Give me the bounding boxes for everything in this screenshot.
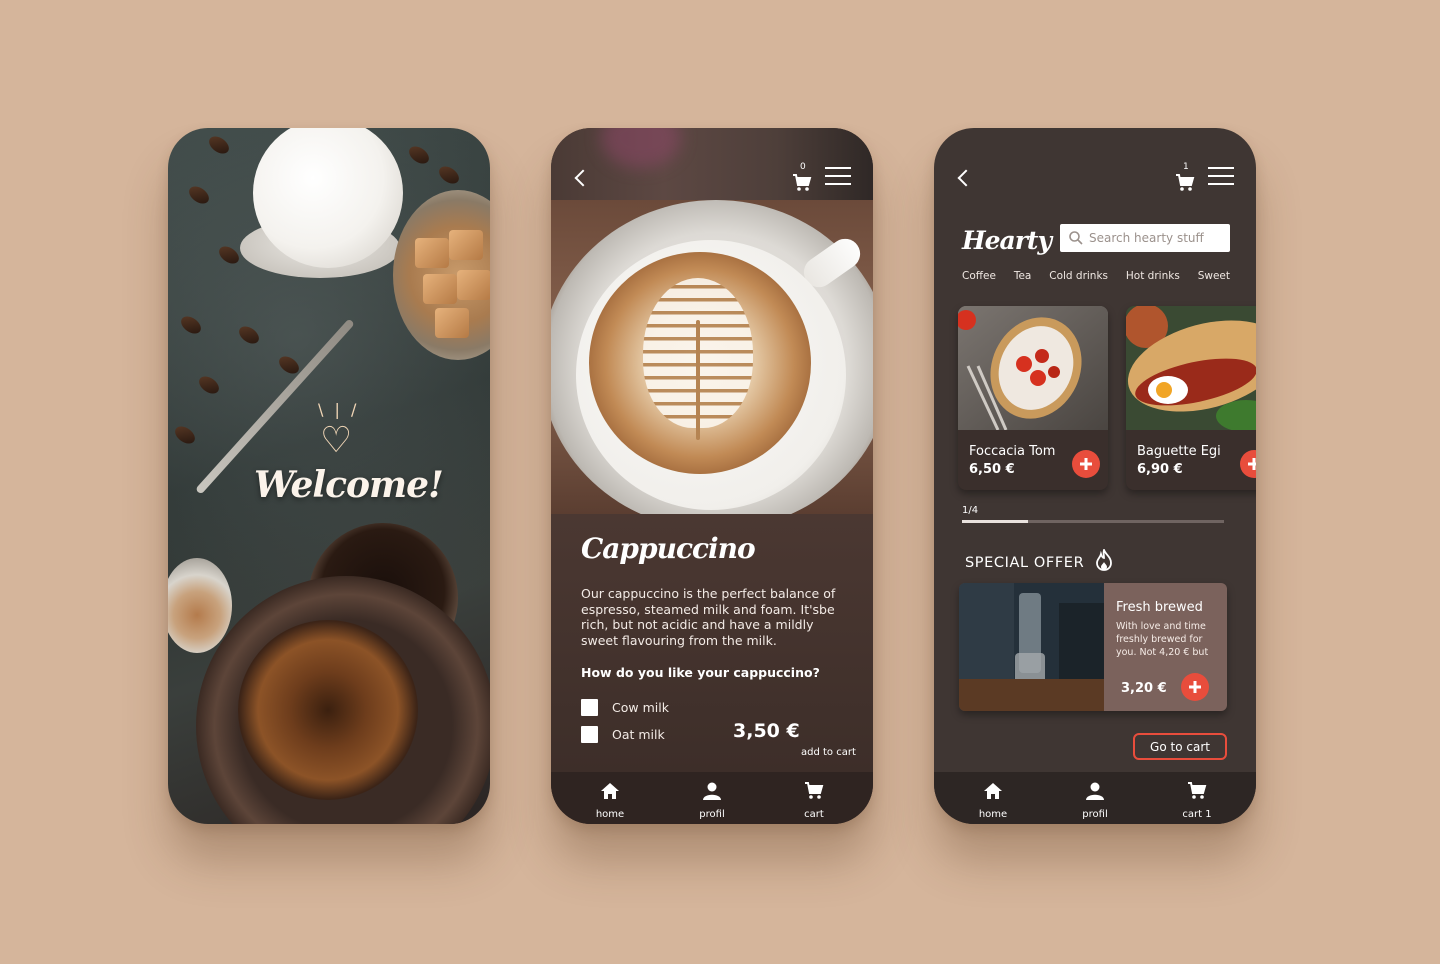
sugar-cube <box>415 238 449 268</box>
product-description: Our cappuccino is the perfect balance of… <box>581 586 836 648</box>
nav-profil[interactable]: profil <box>1070 782 1120 824</box>
hamburger-line <box>1208 183 1234 185</box>
tab-coffee[interactable]: Coffee <box>962 270 996 282</box>
pager-progress <box>962 520 1028 523</box>
special-offer-card[interactable]: Fresh brewed With love and time freshly … <box>959 583 1227 711</box>
tab-cold-drinks[interactable]: Cold drinks <box>1049 270 1108 282</box>
option-oat-milk[interactable]: Oat milk <box>581 726 665 743</box>
add-to-cart-label: add to cart <box>801 747 856 758</box>
heart-icon: ♡ <box>320 420 353 461</box>
user-icon <box>1086 782 1104 800</box>
nav-profil-label: profil <box>1082 809 1108 820</box>
header-bar: 0 <box>551 128 873 200</box>
back-button[interactable] <box>571 166 593 190</box>
option-label: Cow milk <box>612 700 669 715</box>
sparkle-icon: \ | / <box>318 400 360 419</box>
hamburger-line <box>1208 175 1234 177</box>
cart-button[interactable]: 0 <box>792 162 816 192</box>
tab-hot-drinks[interactable]: Hot drinks <box>1126 270 1180 282</box>
nav-home[interactable]: home <box>585 782 635 824</box>
tab-sweet[interactable]: Sweet <box>1198 270 1230 282</box>
cart-icon <box>805 782 824 799</box>
checkbox[interactable] <box>581 699 598 716</box>
menu-button[interactable] <box>1208 165 1234 187</box>
add-button[interactable] <box>1072 450 1100 478</box>
hamburger-line <box>825 183 851 185</box>
pager-label: 1/4 <box>962 505 979 516</box>
product-card[interactable]: Baguette Egi 6,90 € <box>1126 306 1256 490</box>
cart-icon <box>1176 174 1195 191</box>
nav-home[interactable]: home <box>968 782 1018 824</box>
option-cow-milk[interactable]: Cow milk <box>581 699 669 716</box>
latte-art-stem <box>696 320 700 440</box>
home-icon <box>601 783 619 799</box>
sugar-cube <box>457 270 490 300</box>
sugar-cube <box>449 230 483 260</box>
sugar-cube <box>435 308 469 338</box>
product-price: 6,50 € <box>969 462 1015 477</box>
nav-home-label: home <box>978 809 1008 820</box>
product-price: 6,90 € <box>1137 462 1183 477</box>
barista-illustration <box>959 583 1104 711</box>
menu-screen: 1 Hearty Search hearty stuff Coffee Tea … <box>934 128 1256 824</box>
cart-count-badge: 1 <box>1183 162 1189 172</box>
option-label: Oat milk <box>612 727 665 742</box>
brand-logo: Hearty <box>962 226 1052 255</box>
nav-profil[interactable]: profil <box>687 782 737 824</box>
product-name: Foccacia Tom <box>969 444 1056 459</box>
search-input[interactable]: Search hearty stuff <box>1060 224 1230 252</box>
hamburger-line <box>825 175 851 177</box>
baguette-photo <box>1126 306 1256 430</box>
nav-cart[interactable]: cart <box>789 782 839 824</box>
add-button[interactable] <box>1240 450 1256 478</box>
cart-icon <box>1188 782 1207 799</box>
offer-price: 3,20 € <box>1121 681 1167 696</box>
nav-cart[interactable]: cart 1 <box>1172 782 1222 824</box>
product-title: Cappuccino <box>581 532 756 565</box>
nav-cart-label: cart <box>804 809 824 820</box>
product-card[interactable]: Foccacia Tom 6,50 € <box>958 306 1108 490</box>
welcome-title: Welcome! <box>254 464 444 506</box>
search-placeholder: Search hearty stuff <box>1089 231 1204 245</box>
product-screen: 0 Cappuccino Our cappuccino is the perfe… <box>551 128 873 824</box>
product-price: 3,50 € <box>733 720 800 742</box>
product-photo <box>551 200 873 514</box>
menu-button[interactable] <box>825 165 851 187</box>
bottom-nav: home profil cart 1 <box>934 772 1256 824</box>
product-details-panel: Cappuccino Our cappuccino is the perfect… <box>551 514 873 772</box>
category-tabs: Coffee Tea Cold drinks Hot drinks Sweet <box>962 270 1230 282</box>
offer-name: Fresh brewed <box>1116 600 1203 615</box>
go-to-cart-button[interactable]: Go to cart <box>1133 733 1227 760</box>
offer-description: With love and time freshly brewed for yo… <box>1116 621 1209 658</box>
user-icon <box>703 782 721 800</box>
hamburger-line <box>1208 167 1234 169</box>
sugar-cube <box>423 274 457 304</box>
welcome-screen: \ | / ♡ Welcome! <box>168 128 490 824</box>
cart-count-badge: 0 <box>800 162 806 172</box>
nav-cart-label: cart 1 <box>1182 809 1212 820</box>
bottom-nav: home profil cart <box>551 772 873 824</box>
home-icon <box>984 783 1002 799</box>
nav-home-label: home <box>595 809 625 820</box>
add-button[interactable] <box>1181 673 1209 701</box>
checkbox[interactable] <box>581 726 598 743</box>
special-offer-title: SPECIAL OFFER <box>965 555 1085 571</box>
cart-icon <box>793 174 812 191</box>
product-name: Baguette Egi <box>1137 444 1221 459</box>
coffee-cup <box>238 620 418 800</box>
options-question: How do you like your cappuccino? <box>581 665 820 680</box>
hamburger-line <box>825 167 851 169</box>
foccacia-photo <box>958 306 1108 430</box>
search-icon <box>1069 231 1083 245</box>
pager-track <box>962 520 1224 523</box>
back-button[interactable] <box>954 166 976 190</box>
cart-button[interactable]: 1 <box>1175 162 1199 192</box>
barista-photo <box>959 583 1104 711</box>
flame-icon <box>1096 549 1112 571</box>
nav-profil-label: profil <box>699 809 725 820</box>
tab-tea[interactable]: Tea <box>1014 270 1032 282</box>
header-background-glow <box>601 128 681 168</box>
